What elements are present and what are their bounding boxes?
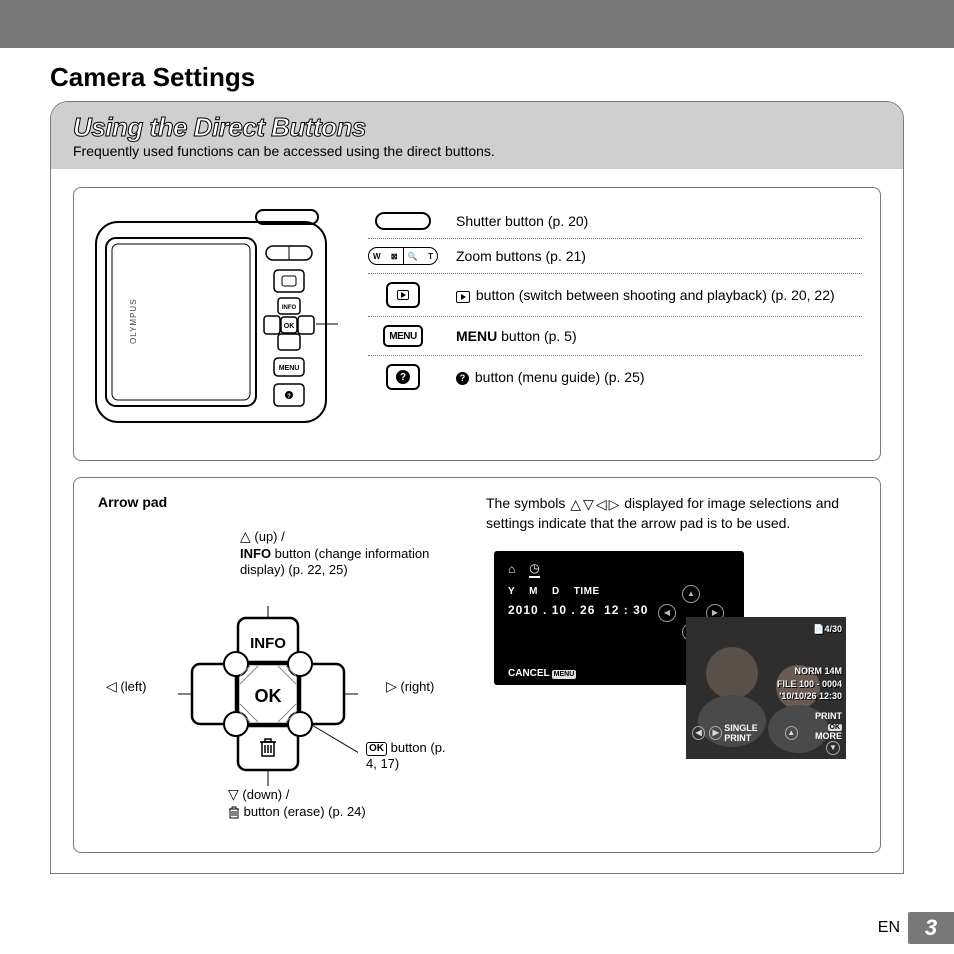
page-title: Camera Settings	[50, 62, 904, 93]
arrow-diagram: △ (up) / INFO button (change information…	[98, 534, 458, 824]
section-title: Using the Direct Buttons	[73, 112, 881, 143]
section-header: Using the Direct Buttons Frequently used…	[51, 102, 903, 169]
q-inline-icon: ?	[456, 372, 469, 385]
camera-diagram: INFO OK MENU ? OLYMPUS	[88, 204, 338, 444]
zoom-icon: W⊠🔍T	[368, 247, 438, 265]
section-subtitle: Frequently used functions can be accesse…	[73, 143, 881, 165]
playback-text: button (switch between shooting and play…	[456, 286, 835, 304]
direct-buttons-panel: INFO OK MENU ? OLYMPUS	[73, 187, 881, 461]
lbl-right: ▷ (right)	[386, 678, 434, 696]
ok-center-text: OK	[255, 686, 282, 706]
row-zoom: W⊠🔍T Zoom buttons (p. 21)	[368, 239, 862, 274]
row-playback: button (switch between shooting and play…	[368, 274, 862, 317]
lcd-previews: ⌂ ◷ Y M D TIME 2010 . 10 . 26 12 : 30	[486, 551, 860, 771]
page-content: Camera Settings Using the Direct Buttons…	[0, 48, 954, 874]
button-list: Shutter button (p. 20) W⊠🔍T Zoom buttons…	[368, 204, 862, 398]
arrow-pad-svg: INFO OK	[178, 606, 358, 786]
svg-text:OLYMPUS: OLYMPUS	[129, 298, 138, 344]
clock-icon: ◷	[529, 561, 539, 578]
menu-text: MENU button (p. 5)	[456, 327, 577, 345]
svg-text:INFO: INFO	[282, 305, 297, 311]
row-shutter: Shutter button (p. 20)	[368, 204, 862, 239]
guide-text: ? button (menu guide) (p. 25)	[456, 368, 645, 386]
home-icon: ⌂	[508, 562, 515, 576]
svg-text:OK: OK	[284, 323, 295, 330]
lbl-down: ▽ (down) / button (erase) (p. 24)	[228, 786, 366, 820]
page-number: 3	[908, 912, 954, 944]
playback-icon	[368, 282, 438, 308]
arrow-col: Arrow pad △ (up) / INFO button (change i…	[98, 494, 458, 824]
page-footer: EN 3	[878, 912, 954, 944]
play-inline-icon	[456, 291, 470, 303]
arrow-pad-title: Arrow pad	[98, 494, 458, 510]
arrow-pad-panel: Arrow pad △ (up) / INFO button (change i…	[73, 477, 881, 853]
lbl-up: △ (up) / INFO button (change information…	[240, 528, 458, 578]
arrow-symbols-desc: The symbols △▽◁▷ displayed for image sel…	[486, 494, 860, 533]
row-guide: ? ? button (menu guide) (p. 25)	[368, 356, 862, 398]
zoom-text: Zoom buttons (p. 21)	[456, 247, 586, 265]
svg-text:MENU: MENU	[279, 365, 300, 372]
right-col: The symbols △▽◁▷ displayed for image sel…	[486, 494, 860, 824]
svg-text:?: ?	[287, 394, 291, 400]
top-bar	[0, 0, 954, 48]
lbl-ok: OK button (p. 4, 17)	[366, 740, 458, 773]
menu-icon: MENU	[368, 325, 438, 347]
shutter-icon	[368, 212, 438, 230]
screen-playback: 📄4/30 NORM 14M FILE 100 - 0004 '10/10/26…	[686, 617, 846, 759]
screen2-footer: ◀▶SINGLE PRINT▲ PRINTOKMORE▼	[690, 711, 842, 755]
row-menu: MENU MENU button (p. 5)	[368, 317, 862, 356]
language-label: EN	[878, 919, 900, 937]
section-frame: Using the Direct Buttons Frequently used…	[50, 101, 904, 874]
lbl-left: ◁ (left)	[106, 678, 146, 696]
guide-icon: ?	[368, 364, 438, 390]
screen2-info: 📄4/30 NORM 14M FILE 100 - 0004 '10/10/26…	[777, 623, 842, 703]
shutter-text: Shutter button (p. 20)	[456, 212, 588, 230]
section-body: INFO OK MENU ? OLYMPUS	[51, 169, 903, 873]
info-center-text: INFO	[250, 635, 286, 652]
